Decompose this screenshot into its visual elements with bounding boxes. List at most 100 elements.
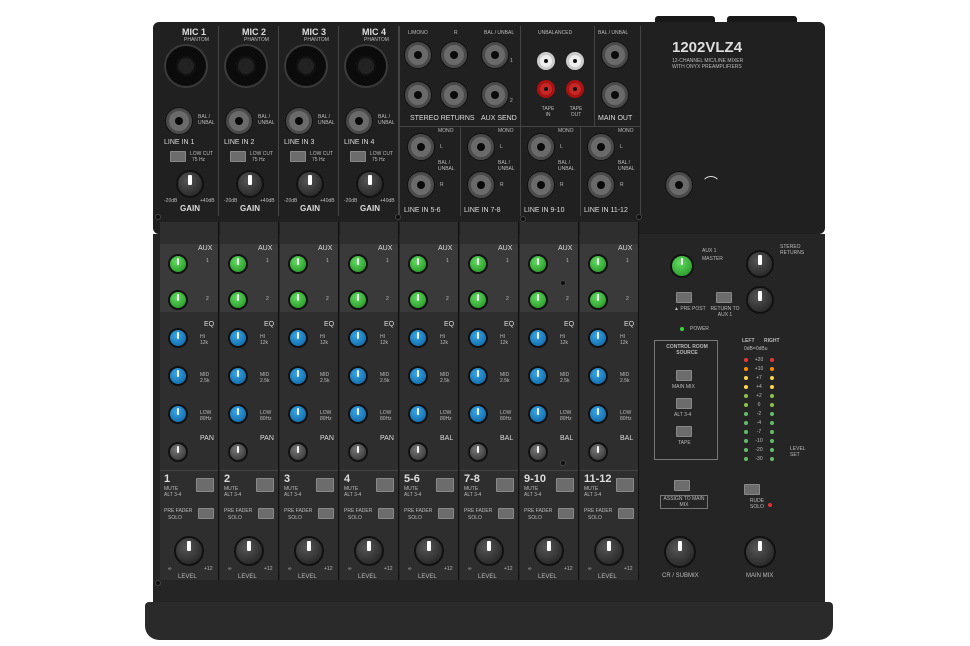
solo-button-4[interactable] <box>378 508 394 519</box>
solo-button-8[interactable] <box>618 508 634 519</box>
xlr-input-3[interactable] <box>284 44 328 88</box>
aux-send-2-jack[interactable] <box>482 82 508 108</box>
eq-mid-knob-7[interactable] <box>528 366 548 386</box>
solo-button-2[interactable] <box>258 508 274 519</box>
line-in-6-r-jack[interactable] <box>468 172 494 198</box>
tape-in-r-rca[interactable] <box>537 80 555 98</box>
line-in-7-l-jack[interactable] <box>528 134 554 160</box>
mute-button-8[interactable] <box>616 478 634 492</box>
aux-send-1-jack[interactable] <box>482 42 508 68</box>
level-knob-4[interactable] <box>354 536 384 566</box>
tape-out-r-rca[interactable] <box>566 80 584 98</box>
line-in-5-r-jack[interactable] <box>408 172 434 198</box>
stereo-return-aux-knob[interactable] <box>746 286 774 314</box>
eq-mid-knob-5[interactable] <box>408 366 428 386</box>
eq-mid-knob-1[interactable] <box>168 366 188 386</box>
pre-post-button[interactable] <box>676 292 692 303</box>
eq-mid-knob-2[interactable] <box>228 366 248 386</box>
level-knob-6[interactable] <box>474 536 504 566</box>
eq-hi-knob-5[interactable] <box>408 328 428 348</box>
xlr-input-1[interactable] <box>164 44 208 88</box>
line-in-8-r-jack[interactable] <box>588 172 614 198</box>
solo-button-7[interactable] <box>558 508 574 519</box>
master-solo-button[interactable] <box>744 484 760 495</box>
bal-knob-8[interactable] <box>588 442 608 462</box>
bal-knob-7[interactable] <box>528 442 548 462</box>
level-knob-1[interactable] <box>174 536 204 566</box>
aux1-master-knob[interactable] <box>670 254 694 278</box>
gain-knob-3[interactable] <box>296 170 324 198</box>
aux2-knob-4[interactable] <box>348 290 368 310</box>
eq-hi-knob-1[interactable] <box>168 328 188 348</box>
aux1-knob-1[interactable] <box>168 254 188 274</box>
headphones-jack[interactable] <box>666 172 692 198</box>
low-cut-button-2[interactable] <box>230 151 246 162</box>
eq-low-knob-4[interactable] <box>348 404 368 424</box>
aux1-knob-8[interactable] <box>588 254 608 274</box>
bal-knob-5[interactable] <box>408 442 428 462</box>
level-knob-2[interactable] <box>234 536 264 566</box>
eq-hi-knob-3[interactable] <box>288 328 308 348</box>
mute-button-7[interactable] <box>556 478 574 492</box>
xlr-input-2[interactable] <box>224 44 268 88</box>
return-to-aux-button[interactable] <box>716 292 732 303</box>
line-in-1-jack[interactable] <box>166 108 192 134</box>
aux2-knob-8[interactable] <box>588 290 608 310</box>
solo-button-1[interactable] <box>198 508 214 519</box>
eq-low-knob-7[interactable] <box>528 404 548 424</box>
eq-low-knob-1[interactable] <box>168 404 188 424</box>
gain-knob-4[interactable] <box>356 170 384 198</box>
low-cut-button-4[interactable] <box>350 151 366 162</box>
line-in-5-l-jack[interactable] <box>408 134 434 160</box>
gain-knob-1[interactable] <box>176 170 204 198</box>
eq-low-knob-5[interactable] <box>408 404 428 424</box>
aux2-knob-6[interactable] <box>468 290 488 310</box>
pan-knob-4[interactable] <box>348 442 368 462</box>
tape-to-main-button[interactable] <box>674 480 690 491</box>
pan-knob-2[interactable] <box>228 442 248 462</box>
eq-hi-knob-4[interactable] <box>348 328 368 348</box>
aux1-knob-6[interactable] <box>468 254 488 274</box>
solo-button-6[interactable] <box>498 508 514 519</box>
mute-button-2[interactable] <box>256 478 274 492</box>
stereo-return-level-knob[interactable] <box>746 250 774 278</box>
main-mix-knob[interactable] <box>744 536 776 568</box>
stereo-return-2-r-jack[interactable] <box>441 82 467 108</box>
stereo-return-1-l-jack[interactable] <box>405 42 431 68</box>
eq-hi-knob-2[interactable] <box>228 328 248 348</box>
eq-mid-knob-3[interactable] <box>288 366 308 386</box>
level-knob-8[interactable] <box>594 536 624 566</box>
aux1-knob-4[interactable] <box>348 254 368 274</box>
pan-knob-1[interactable] <box>168 442 188 462</box>
tape-in-l-rca[interactable] <box>537 52 555 70</box>
main-out-r-jack[interactable] <box>602 82 628 108</box>
mute-button-5[interactable] <box>436 478 454 492</box>
pan-knob-3[interactable] <box>288 442 308 462</box>
eq-mid-knob-8[interactable] <box>588 366 608 386</box>
main-mix-source-button[interactable] <box>676 370 692 381</box>
eq-low-knob-2[interactable] <box>228 404 248 424</box>
line-in-7-r-jack[interactable] <box>528 172 554 198</box>
cr-submix-knob[interactable] <box>664 536 696 568</box>
xlr-input-4[interactable] <box>344 44 388 88</box>
mute-button-1[interactable] <box>196 478 214 492</box>
aux2-knob-2[interactable] <box>228 290 248 310</box>
level-knob-5[interactable] <box>414 536 444 566</box>
stereo-return-1-r-jack[interactable] <box>441 42 467 68</box>
mute-button-4[interactable] <box>376 478 394 492</box>
tape-source-button[interactable] <box>676 426 692 437</box>
level-knob-7[interactable] <box>534 536 564 566</box>
line-in-3-jack[interactable] <box>286 108 312 134</box>
eq-hi-knob-8[interactable] <box>588 328 608 348</box>
line-in-6-l-jack[interactable] <box>468 134 494 160</box>
low-cut-button-1[interactable] <box>170 151 186 162</box>
alt-source-button[interactable] <box>676 398 692 409</box>
solo-button-3[interactable] <box>318 508 334 519</box>
gain-knob-2[interactable] <box>236 170 264 198</box>
eq-mid-knob-4[interactable] <box>348 366 368 386</box>
aux2-knob-7[interactable] <box>528 290 548 310</box>
eq-hi-knob-7[interactable] <box>528 328 548 348</box>
line-in-8-l-jack[interactable] <box>588 134 614 160</box>
mute-button-3[interactable] <box>316 478 334 492</box>
bal-knob-6[interactable] <box>468 442 488 462</box>
